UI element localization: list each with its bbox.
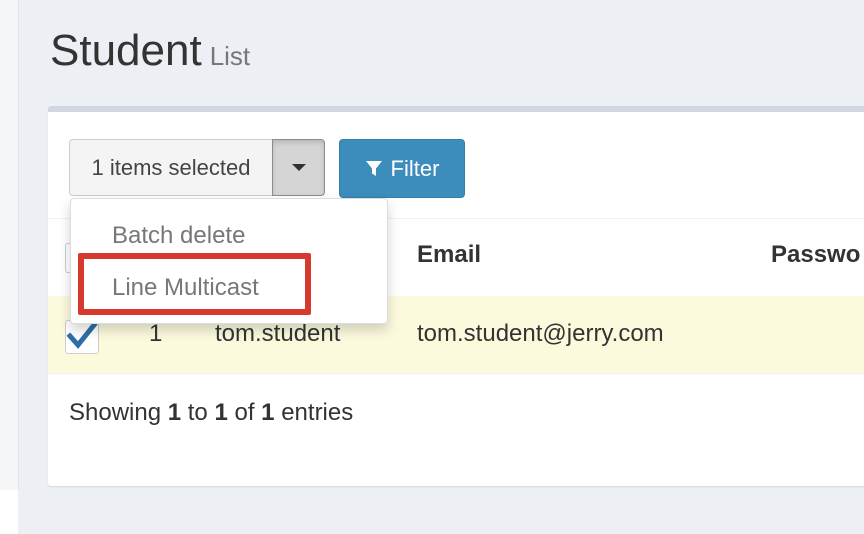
info-suffix: entries	[281, 399, 354, 426]
filter-icon	[365, 160, 382, 176]
sidebar-rail	[0, 0, 19, 490]
page-subtitle: List	[209, 41, 251, 71]
menu-item-line-multicast[interactable]: Line Multicast	[71, 264, 387, 312]
row-email: tom.student@jerry.com	[417, 320, 664, 347]
row-id: 1	[149, 320, 163, 347]
row-checkbox[interactable]	[65, 320, 99, 354]
pagination-info: Showing 1 to 1 of 1 entries	[69, 399, 353, 427]
info-of-word: of	[234, 399, 255, 426]
sidebar-rail-footer	[0, 490, 18, 534]
filter-label: Filter	[390, 155, 440, 181]
caret-down-icon	[291, 164, 306, 171]
filter-button[interactable]: Filter	[339, 139, 465, 198]
column-header-email[interactable]: Email	[417, 241, 481, 269]
page-title: Student List	[50, 26, 250, 76]
page-title-text: Student	[50, 26, 202, 75]
info-to-word: to	[187, 399, 208, 426]
selected-items-button[interactable]: 1 items selected	[69, 139, 273, 196]
info-total: 1	[261, 399, 275, 426]
info-to: 1	[214, 399, 228, 426]
info-from: 1	[167, 399, 182, 426]
batch-actions-toggle[interactable]	[272, 139, 325, 196]
menu-item-batch-delete[interactable]: Batch delete	[71, 212, 387, 260]
info-prefix: Showing	[69, 399, 162, 426]
row-username: tom.student	[215, 320, 341, 347]
batch-actions-menu: Batch delete Line Multicast	[70, 198, 388, 324]
column-header-password[interactable]: Passwo	[771, 241, 860, 269]
